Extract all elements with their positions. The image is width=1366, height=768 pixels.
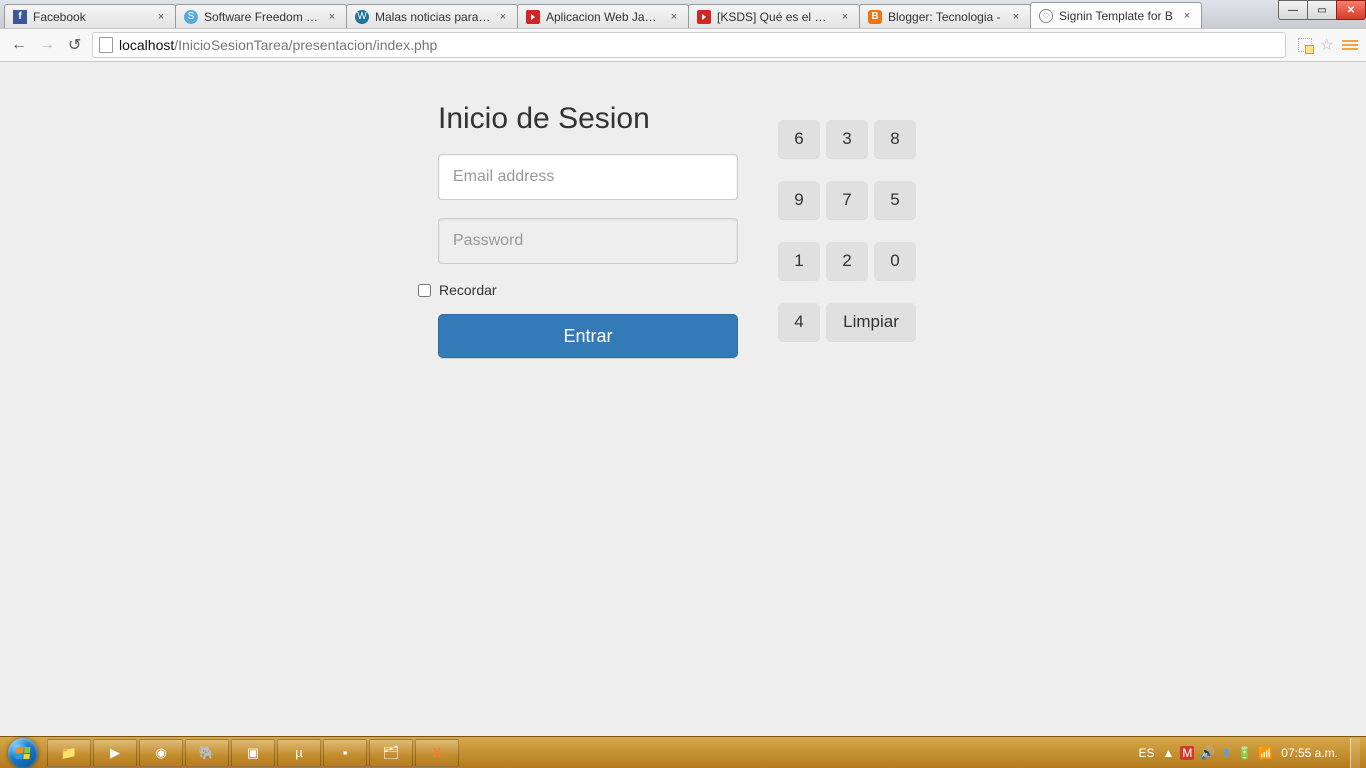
close-window-button[interactable]: ✕: [1336, 0, 1366, 20]
taskbar-app-media[interactable]: ▶: [93, 739, 137, 767]
windows-orb-icon: [8, 738, 38, 768]
keypad-key[interactable]: 1: [778, 242, 820, 280]
close-icon[interactable]: ×: [497, 11, 509, 23]
url-input[interactable]: localhost/InicioSesionTarea/presentacion…: [92, 32, 1286, 58]
tray-network-icon[interactable]: 📶: [1258, 746, 1273, 760]
tab-strip: f Facebook × S Software Freedom Day × W …: [0, 0, 1366, 28]
tab-title: [KSDS] Qué es el Mod: [717, 10, 833, 24]
youtube-icon: [697, 10, 711, 24]
close-icon[interactable]: ×: [839, 11, 851, 23]
remember-row[interactable]: Recordar: [418, 282, 738, 298]
remember-checkbox[interactable]: [418, 284, 431, 297]
tab-title: Facebook: [33, 10, 149, 24]
tab-facebook[interactable]: f Facebook ×: [4, 4, 176, 28]
maximize-button[interactable]: ▭: [1307, 0, 1337, 20]
show-desktop-button[interactable]: [1350, 738, 1360, 768]
document-icon: ◌: [1039, 9, 1053, 23]
clock[interactable]: 07:55 a.m.: [1281, 746, 1338, 760]
taskbar-app-xampp[interactable]: X: [415, 739, 459, 767]
forward-button[interactable]: →: [36, 34, 58, 56]
keypad-key[interactable]: 5: [874, 181, 916, 219]
back-button[interactable]: ←: [8, 34, 30, 56]
signin-container: Inicio de Sesion Recordar Entrar 6 3 8 9…: [233, 102, 1133, 358]
window-controls: — ▭ ✕: [1279, 0, 1366, 20]
url-host: localhost: [119, 37, 174, 53]
wordpress-icon: W: [355, 10, 369, 24]
taskbar-app-chrome[interactable]: ◉: [139, 739, 183, 767]
keypad-key[interactable]: 6: [778, 120, 820, 158]
taskbar-left: 📁 ▶ ◉ 🐘 ▣ µ ▪ 🗂 X: [0, 737, 460, 768]
close-icon[interactable]: ×: [155, 11, 167, 23]
tab-title: Malas noticias para So: [375, 10, 491, 24]
address-bar: ← → ↻ localhost/InicioSesionTarea/presen…: [0, 28, 1366, 62]
tray-up-icon[interactable]: ▲: [1162, 746, 1174, 760]
keypad-key[interactable]: 3: [826, 120, 868, 158]
minimize-button[interactable]: —: [1278, 0, 1308, 20]
tab-aplicacion[interactable]: Aplicacion Web Java M ×: [517, 4, 689, 28]
numeric-keypad: 6 3 8 9 7 5 1 2 0 4 Limpiar: [778, 120, 928, 358]
taskbar: 📁 ▶ ◉ 🐘 ▣ µ ▪ 🗂 X ES ▲ M 🔊 ⬍ 🔋 📶 07:55 a…: [0, 736, 1366, 768]
taskbar-app-cube[interactable]: ▣: [231, 739, 275, 767]
tab-blogger[interactable]: B Blogger: Tecnologia - ×: [859, 4, 1031, 28]
tab-signin[interactable]: ◌ Signin Template for B ×: [1030, 2, 1202, 28]
star-icon[interactable]: ☆: [1320, 35, 1334, 55]
tab-title: Aplicacion Web Java M: [546, 10, 662, 24]
keypad-clear-button[interactable]: Limpiar: [826, 303, 916, 341]
tab-title: Blogger: Tecnologia -: [888, 10, 1004, 24]
tab-title: Software Freedom Day: [204, 10, 320, 24]
keypad-key[interactable]: 8: [874, 120, 916, 158]
tab-ksds[interactable]: [KSDS] Qué es el Mod ×: [688, 4, 860, 28]
system-tray: ▲ M 🔊 ⬍ 🔋 📶: [1162, 746, 1273, 760]
close-icon[interactable]: ×: [1010, 11, 1022, 23]
blogger-icon: B: [868, 10, 882, 24]
facebook-icon: f: [13, 10, 27, 24]
submit-button[interactable]: Entrar: [438, 314, 738, 358]
taskbar-app-terminal[interactable]: ▪: [323, 739, 367, 767]
tray-sync-icon[interactable]: ⬍: [1221, 746, 1231, 760]
language-indicator[interactable]: ES: [1138, 746, 1154, 760]
page-icon: [99, 37, 113, 53]
menu-icon[interactable]: [1342, 40, 1358, 50]
bookmark-page-icon[interactable]: [1298, 38, 1312, 52]
page-viewport: Inicio de Sesion Recordar Entrar 6 3 8 9…: [0, 62, 1366, 736]
tab-sfd[interactable]: S Software Freedom Day ×: [175, 4, 347, 28]
reload-button[interactable]: ↻: [64, 34, 86, 56]
toolbar-right: ☆: [1298, 35, 1358, 55]
url-text: localhost/InicioSesionTarea/presentacion…: [119, 37, 437, 53]
taskbar-app-explorer[interactable]: 📁: [47, 739, 91, 767]
taskbar-app-pgadmin[interactable]: 🐘: [185, 739, 229, 767]
tab-title: Signin Template for B: [1059, 9, 1175, 23]
browser-chrome: f Facebook × S Software Freedom Day × W …: [0, 0, 1366, 62]
taskbar-app-files[interactable]: 🗂: [369, 739, 413, 767]
keypad-key[interactable]: 9: [778, 181, 820, 219]
tab-malas[interactable]: W Malas noticias para So ×: [346, 4, 518, 28]
taskbar-app-utorrent[interactable]: µ: [277, 739, 321, 767]
close-icon[interactable]: ×: [326, 11, 338, 23]
url-path: /InicioSesionTarea/presentacion/index.ph…: [174, 37, 437, 53]
email-field[interactable]: [438, 154, 738, 200]
sfd-icon: S: [184, 10, 198, 24]
remember-label: Recordar: [439, 282, 497, 298]
keypad-key[interactable]: 7: [826, 181, 868, 219]
close-icon[interactable]: ×: [1181, 10, 1193, 22]
keypad-key[interactable]: 0: [874, 242, 916, 280]
tray-volume-icon[interactable]: 🔊: [1200, 746, 1215, 760]
tray-mail-icon[interactable]: M: [1180, 746, 1194, 760]
youtube-icon: [526, 10, 540, 24]
keypad-key[interactable]: 4: [778, 303, 820, 341]
signin-form: Inicio de Sesion Recordar Entrar: [438, 102, 738, 358]
taskbar-right: ES ▲ M 🔊 ⬍ 🔋 📶 07:55 a.m.: [1138, 738, 1360, 768]
password-field[interactable]: [438, 218, 738, 264]
tray-battery-icon[interactable]: 🔋: [1237, 746, 1252, 760]
keypad-key[interactable]: 2: [826, 242, 868, 280]
page-title: Inicio de Sesion: [438, 102, 738, 136]
start-button[interactable]: [0, 737, 46, 768]
close-icon[interactable]: ×: [668, 11, 680, 23]
